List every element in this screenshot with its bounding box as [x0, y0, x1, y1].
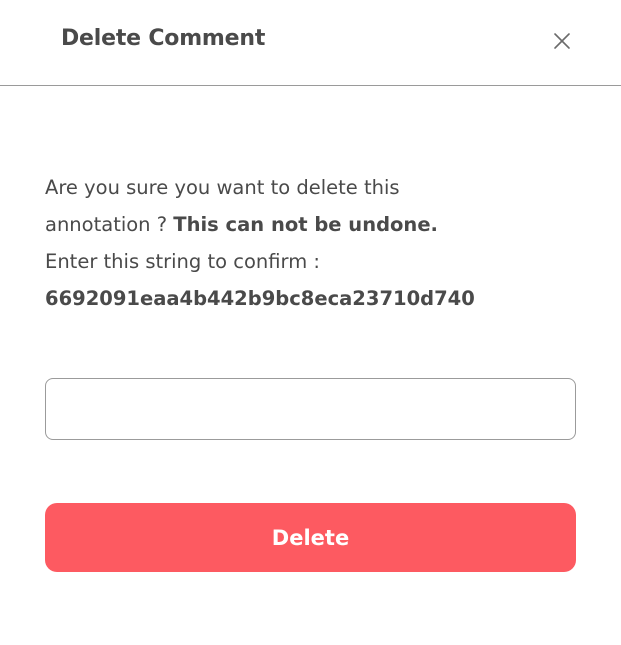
close-icon	[554, 33, 570, 49]
dialog-header: Delete Comment	[0, 0, 621, 86]
delete-button[interactable]: Delete	[45, 503, 576, 572]
close-button[interactable]	[547, 26, 577, 56]
message-line-3: Enter this string to confirm :	[45, 250, 320, 273]
confirm-string: 6692091eaa4b442b9bc8eca23710d740	[45, 287, 475, 310]
dialog-title: Delete Comment	[61, 26, 266, 51]
message-line-2: annotation ? This can not be undone.	[45, 206, 585, 243]
confirmation-message: Are you sure you want to delete this ann…	[45, 169, 585, 317]
undo-warning: This can not be undone.	[173, 213, 438, 236]
message-line-1: Are you sure you want to delete this	[45, 176, 400, 199]
message-line-2-prefix: annotation ?	[45, 213, 174, 236]
delete-comment-dialog: Delete Comment Are you sure you want to …	[0, 0, 621, 645]
confirm-string-input[interactable]	[45, 378, 576, 440]
